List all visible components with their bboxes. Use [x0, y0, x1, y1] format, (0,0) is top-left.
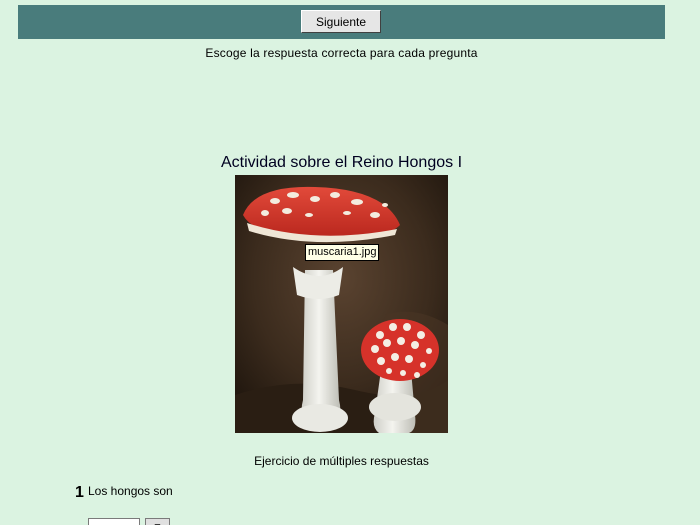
chevron-down-icon[interactable]: ▼ [145, 518, 170, 525]
image-filename-tooltip: muscaria1.jpg [305, 244, 380, 261]
question-number: 1 [75, 484, 84, 501]
exercise-label: Ejercicio de múltiples respuestas [254, 454, 429, 468]
activity-title: Actividad sobre el Reino Hongos I [220, 154, 463, 171]
page: Siguiente Escoge la respuesta correcta p… [0, 0, 700, 525]
question-text: Los hongos son [88, 484, 173, 498]
mushroom-photo [235, 175, 448, 433]
navigation-bar: Siguiente [18, 5, 665, 39]
next-button[interactable]: Siguiente [301, 10, 381, 33]
instructions-text: Escoge la respuesta correcta para cada p… [205, 46, 478, 60]
answer-select[interactable] [88, 518, 140, 525]
